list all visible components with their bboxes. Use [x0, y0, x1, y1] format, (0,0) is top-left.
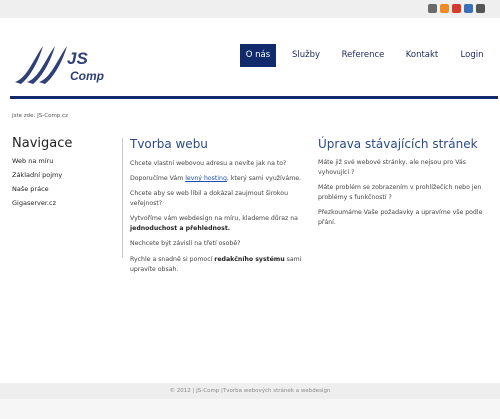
bottom-strip — [0, 399, 500, 419]
footer-text: © 2012 | JS-Comp |Tvorba webových stráne… — [169, 388, 331, 394]
flickr-icon[interactable] — [464, 4, 473, 13]
column-divider — [122, 138, 123, 258]
cheap-hosting-link[interactable]: levný hosting — [185, 175, 227, 182]
web-paragraph: Nechcete být závislí na třetí osobě? — [130, 240, 241, 247]
nav-sluzby[interactable]: Služby — [286, 44, 326, 67]
logo-comp-text: Comp — [70, 69, 104, 83]
web-paragraph: Chcete vlastní webovou adresu a nevíte j… — [130, 160, 287, 167]
logo[interactable]: JS Comp — [13, 40, 105, 86]
web-paragraph: Vytvoříme vám webdesign na míru, klademe… — [130, 215, 298, 232]
edit-paragraph: Máte již své webové stránky, ale nejsou … — [318, 159, 467, 176]
logo-mark-icon: JS Comp — [15, 46, 104, 84]
nav-login[interactable]: Login — [452, 44, 492, 67]
nav-kontakt[interactable]: Kontakt — [400, 44, 444, 67]
web-paragraph: Chcete aby se web líbil a dokázal zaujmo… — [130, 190, 289, 207]
web-paragraph: Rychle a snadně si pomocí redakčního sys… — [130, 256, 302, 273]
breadcrumb: Jste zde: JS-Comp.cz — [12, 113, 68, 119]
top-bar — [0, 0, 500, 18]
edit-paragraph: Máte problém se zobrazením v prohlížečíc… — [318, 184, 482, 201]
edit-section-title: Úprava stávajících stránek — [318, 137, 478, 151]
sidebar-item-gigaserver[interactable]: Gigaserver.cz — [12, 199, 56, 207]
sidebar-item-nase-prace[interactable]: Naše práce — [12, 185, 49, 193]
edit-paragraph: Přezkoumáme Vaše požadavky a upravíme vš… — [318, 209, 483, 226]
share-icon[interactable] — [428, 4, 437, 13]
youtube-icon[interactable] — [452, 4, 461, 13]
rss-icon[interactable] — [440, 4, 449, 13]
header-divider — [10, 96, 498, 99]
web-paragraph: Doporučíme Vám levný hosting, který sami… — [130, 175, 301, 182]
footer: © 2012 | JS-Comp |Tvorba webových stráne… — [0, 383, 500, 399]
sidebar-item-zakladni-pojmy[interactable]: Základní pojmy — [12, 171, 62, 179]
sidebar-item-web-na-miru[interactable]: Web na míru — [12, 157, 53, 165]
web-section-title: Tvorba webu — [130, 137, 208, 151]
sidebar-title: Navigace — [12, 136, 73, 151]
logo-js-text: JS — [67, 49, 88, 68]
mail-icon[interactable] — [476, 4, 485, 13]
nav-reference[interactable]: Reference — [338, 44, 388, 67]
nav-o-nas[interactable]: O nás — [240, 44, 276, 67]
